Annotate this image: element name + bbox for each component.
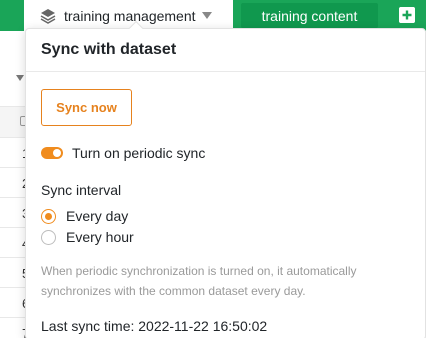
sync-popover: Sync with dataset Sync now Turn on perio… [25,20,426,338]
tab-training-management[interactable]: training management [24,0,233,31]
radio-label-every-hour[interactable]: Every hour [66,229,134,245]
last-sync-time: Last sync time: 2022-11-22 16:50:02 [41,318,268,334]
radio-every-day[interactable] [41,209,56,224]
layers-icon [40,8,56,24]
radio-label-every-day[interactable]: Every day [66,208,128,224]
caret-down-icon[interactable] [201,11,212,20]
sync-now-button[interactable]: Sync now [41,89,132,126]
add-tab-icon[interactable] [399,7,415,23]
periodic-sync-label: Turn on periodic sync [72,145,206,161]
tab-label: training management [64,7,196,24]
sync-hint-text: When periodic synchronization is turned … [41,264,357,298]
sync-interval-title: Sync interval [41,182,122,198]
periodic-sync-toggle[interactable] [41,147,63,159]
tab-training-content[interactable]: training content [241,3,378,28]
radio-every-hour[interactable] [41,230,56,245]
sort-icon [16,75,24,81]
tab-label: training content [261,7,358,24]
popover-title: Sync with dataset [26,29,425,72]
toggle-knob [53,149,61,157]
